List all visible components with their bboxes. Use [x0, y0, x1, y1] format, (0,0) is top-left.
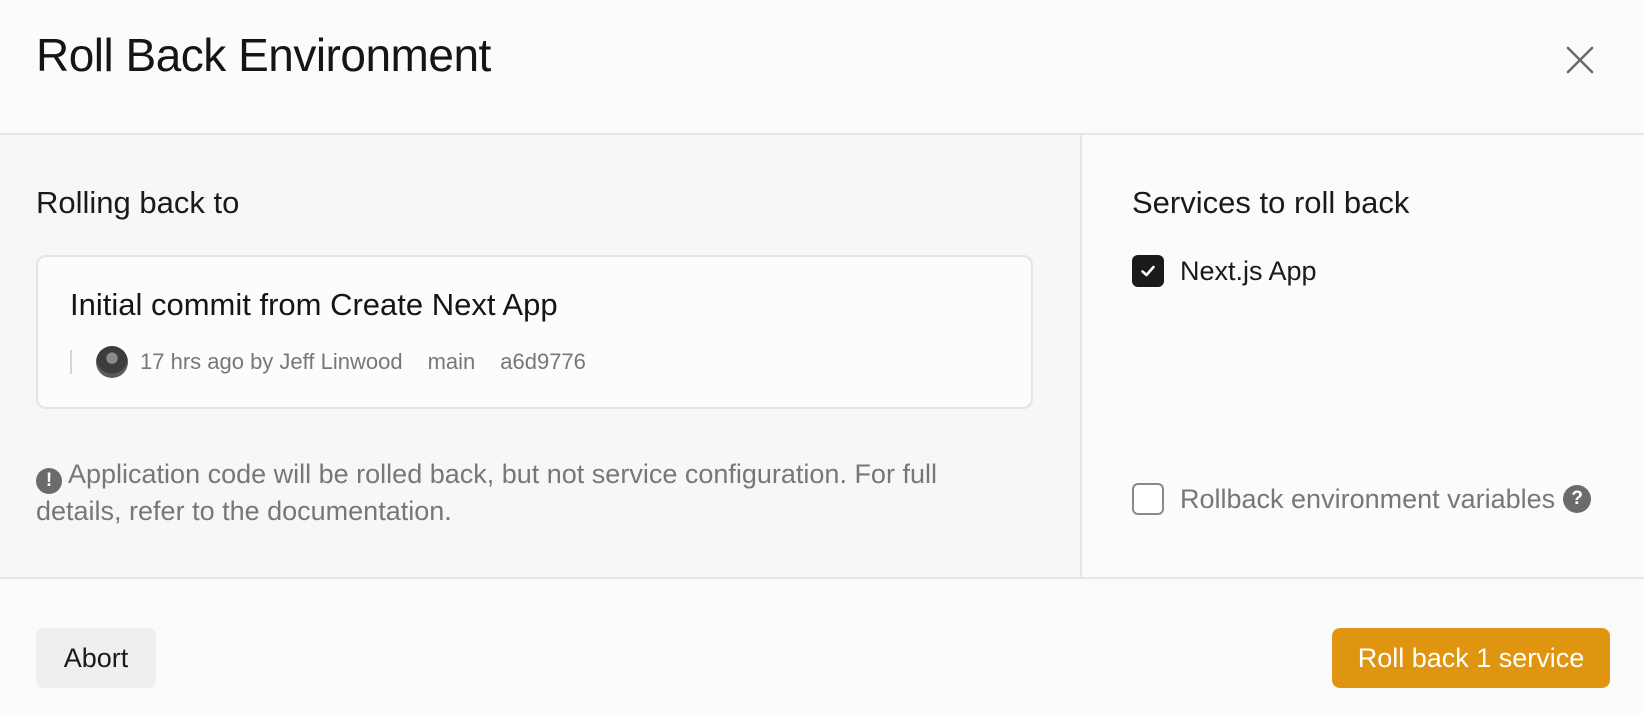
rolling-back-heading: Rolling back to	[36, 185, 240, 220]
question-circle-icon[interactable]: ?	[1563, 485, 1592, 513]
rollback-dialog: Roll Back Environment Rolling back to In…	[0, 0, 1644, 714]
env-vars-checkbox[interactable]	[1132, 483, 1164, 515]
rolling-back-panel: Rolling back to Initial commit from Crea…	[0, 135, 1082, 577]
commit-branch: main	[427, 349, 476, 374]
env-vars-label: Rollback environment variables	[1180, 483, 1556, 514]
meta-divider	[70, 350, 72, 374]
services-panel: Services to roll back Next.js App Rollba…	[1084, 135, 1644, 577]
avatar	[96, 346, 128, 378]
commit-meta: 17 hrs ago by Jeff Linwood main a6d9776	[70, 345, 586, 379]
rollback-env-vars-option: Rollback environment variables ?	[1132, 483, 1592, 515]
dialog-body: Rolling back to Initial commit from Crea…	[0, 135, 1644, 577]
notice-text: Application code will be rolled back, bu…	[36, 459, 937, 526]
dialog-title: Roll Back Environment	[36, 29, 491, 81]
commit-hash: a6d9776	[500, 349, 586, 374]
abort-button[interactable]: Abort	[36, 628, 156, 688]
service-checkbox[interactable]	[1132, 255, 1164, 287]
roll-back-button[interactable]: Roll back 1 service	[1332, 628, 1610, 688]
close-icon	[1566, 46, 1594, 74]
commit-time-author: 17 hrs ago by Jeff Linwood	[140, 349, 403, 374]
exclamation-circle-icon: !	[36, 468, 62, 494]
service-label: Next.js App	[1180, 255, 1317, 286]
close-button[interactable]	[1558, 38, 1602, 82]
check-icon	[1141, 265, 1155, 277]
commit-message: Initial commit from Create Next App	[70, 287, 558, 322]
commit-card: Initial commit from Create Next App 17 h…	[36, 255, 1033, 409]
service-item-nextjs-app: Next.js App	[1132, 255, 1317, 287]
dialog-header: Roll Back Environment	[0, 0, 1644, 135]
rollback-notice: ! Application code will be rolled back, b…	[36, 457, 996, 529]
services-heading: Services to roll back	[1132, 185, 1410, 220]
dialog-footer: Abort Roll back 1 service	[0, 577, 1644, 714]
